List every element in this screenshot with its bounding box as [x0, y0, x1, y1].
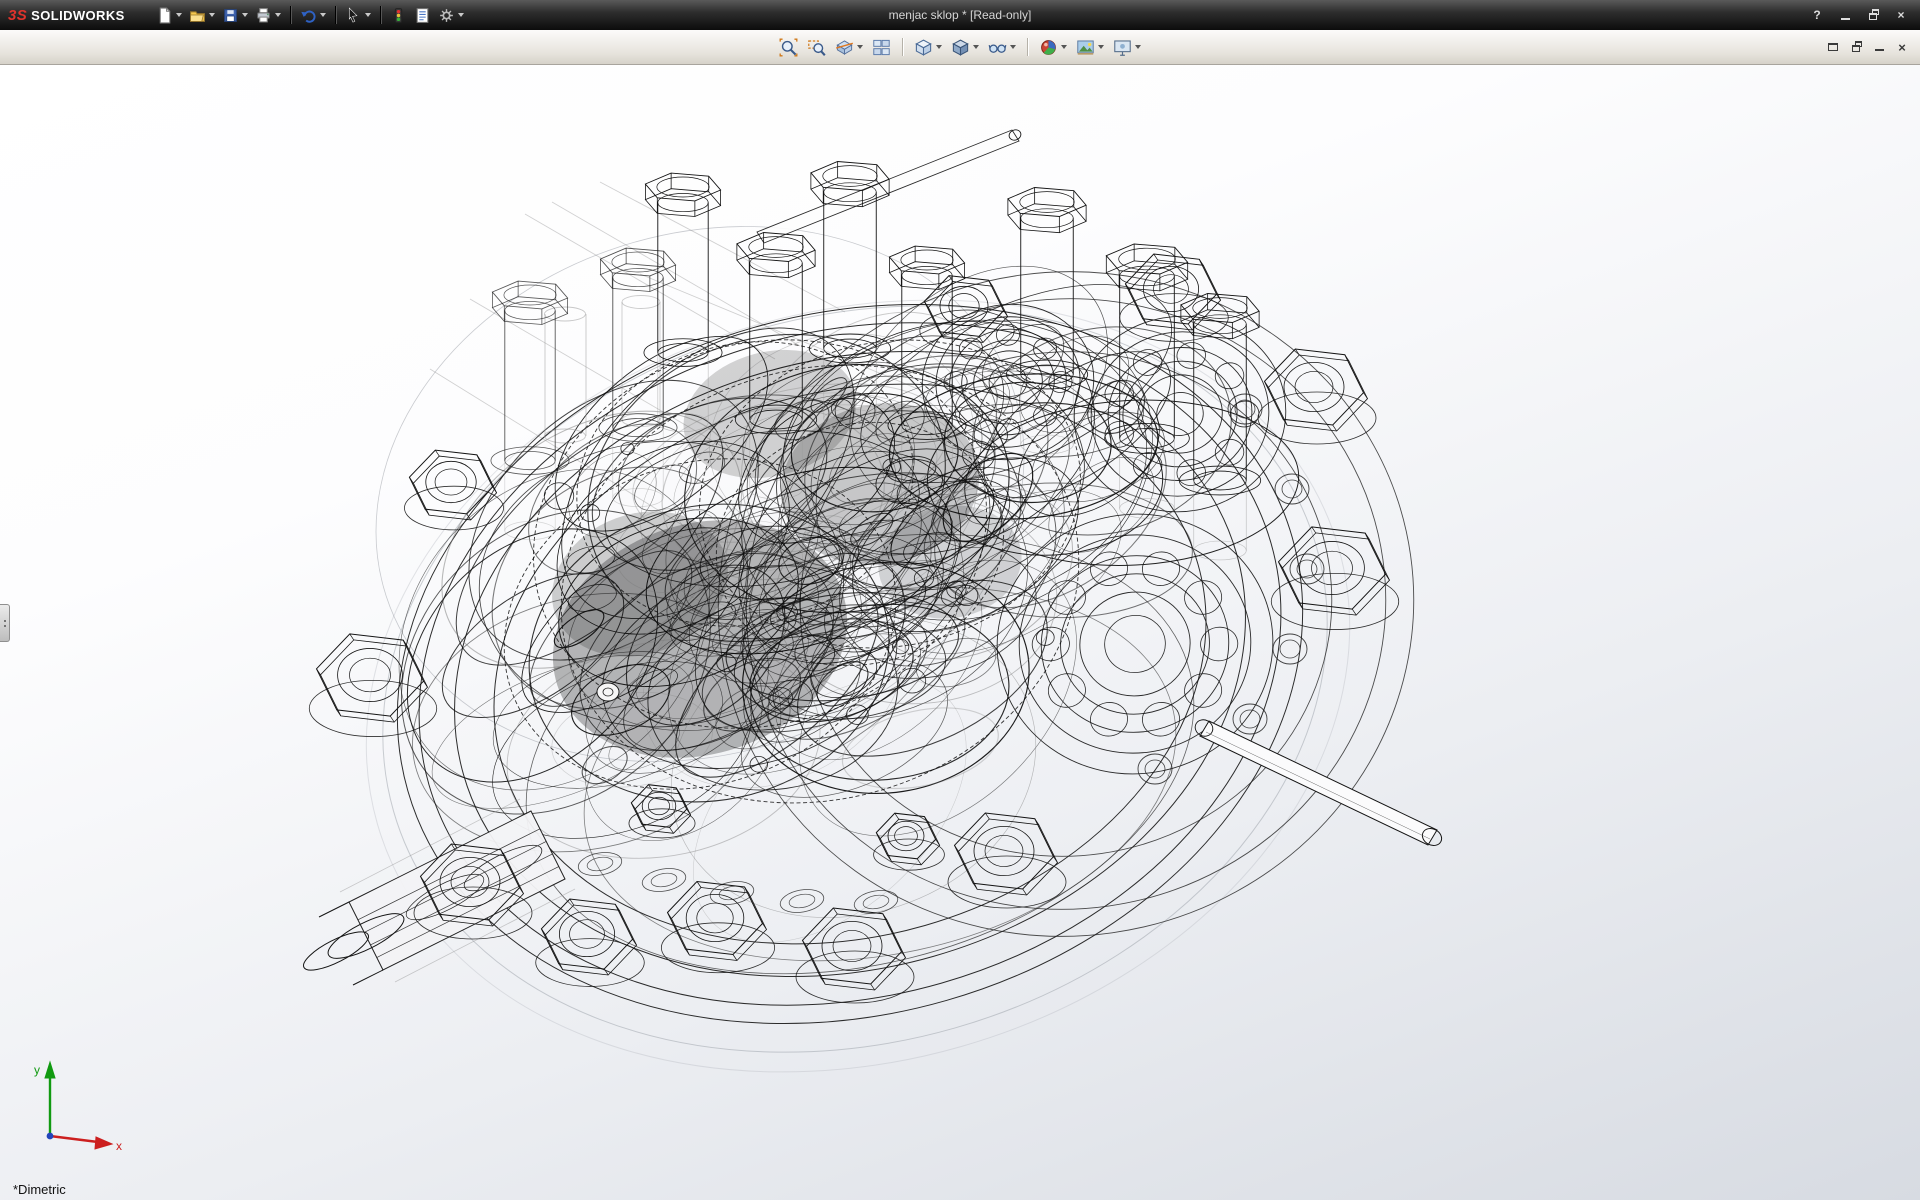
hideshow-icon: [988, 38, 1007, 57]
zoomfit-icon: [779, 38, 798, 57]
options-icon: [438, 7, 455, 24]
select-button[interactable]: [342, 5, 374, 26]
edit-appearance-button[interactable]: [1036, 36, 1070, 59]
brand-text: SOLIDWORKS: [31, 8, 125, 23]
save-icon: [222, 7, 239, 24]
view-orientation-label: *Dimetric: [13, 1182, 66, 1197]
window-controls: ?×: [1804, 5, 1920, 25]
dropdown-caret-icon[interactable]: [1098, 45, 1104, 49]
toolbar-separator: [335, 6, 336, 24]
dropdown-caret-icon[interactable]: [1061, 45, 1067, 49]
dropdown-caret-icon[interactable]: [458, 13, 464, 17]
heads-up-view-toolbar: [776, 36, 1144, 59]
featuremanager-collapsed-tab[interactable]: [0, 604, 10, 642]
new-icon: [156, 7, 173, 24]
minimize-button[interactable]: [1832, 5, 1858, 25]
vieworient-icon: [914, 38, 933, 57]
new-document-button[interactable]: [153, 5, 185, 26]
wireframe-model: xy: [0, 64, 1920, 1200]
apply-scene-button[interactable]: [1073, 36, 1107, 59]
options-button[interactable]: [435, 5, 467, 26]
triad-x-label: x: [116, 1139, 122, 1153]
doc-minimize-button[interactable]: [1869, 39, 1889, 55]
heads-up-toolbar-row: ×: [0, 30, 1920, 65]
print-icon: [255, 7, 272, 24]
toolbar-separator: [1027, 38, 1028, 56]
appearance-icon: [1039, 38, 1058, 57]
print-button[interactable]: [252, 5, 284, 26]
graphics-area[interactable]: xy *Dimetric: [0, 64, 1920, 1200]
rebuild-button[interactable]: [387, 5, 410, 26]
dropdown-caret-icon[interactable]: [209, 13, 215, 17]
close-button[interactable]: ×: [1888, 5, 1914, 25]
solidworks-logo: 3S SOLIDWORKS: [0, 7, 137, 24]
zoomarea-icon: [807, 38, 826, 57]
view-settings-button[interactable]: [1110, 36, 1144, 59]
dropdown-caret-icon[interactable]: [857, 45, 863, 49]
display-style-button[interactable]: [948, 36, 982, 59]
section-icon: [835, 38, 854, 57]
dropdown-caret-icon[interactable]: [242, 13, 248, 17]
dropdown-caret-icon[interactable]: [936, 45, 942, 49]
rebuild-icon: [390, 7, 407, 24]
help-button[interactable]: ?: [1804, 5, 1830, 25]
select-icon: [345, 7, 362, 24]
doc-close-button[interactable]: ×: [1892, 39, 1912, 55]
viewselector-icon: [872, 38, 891, 57]
open-icon: [189, 7, 206, 24]
triad-z-origin: [47, 1133, 54, 1140]
zoom-to-fit-button[interactable]: [776, 36, 801, 59]
dropdown-caret-icon[interactable]: [1135, 45, 1141, 49]
title-bar: 3S SOLIDWORKS menjac sklop * [Read-only]…: [0, 0, 1920, 30]
doc-maximize-button[interactable]: [1823, 39, 1843, 55]
displaystyle-icon: [951, 38, 970, 57]
zoom-to-area-button[interactable]: [804, 36, 829, 59]
dropdown-caret-icon[interactable]: [365, 13, 371, 17]
dropdown-caret-icon[interactable]: [176, 13, 182, 17]
toolbar-separator: [902, 38, 903, 56]
dropdown-caret-icon[interactable]: [320, 13, 326, 17]
triad-y-label: y: [34, 1063, 40, 1077]
restore-button[interactable]: [1860, 5, 1886, 25]
toolbar-separator: [380, 6, 381, 24]
file-properties-button[interactable]: [411, 5, 434, 26]
dropdown-caret-icon[interactable]: [1010, 45, 1016, 49]
view-selector-button[interactable]: [869, 36, 894, 59]
doc-restore-button[interactable]: [1846, 39, 1866, 55]
dropdown-caret-icon[interactable]: [275, 13, 281, 17]
standard-toolbar: [153, 5, 467, 26]
toolbar-separator: [290, 6, 291, 24]
view-orientation-button[interactable]: [911, 36, 945, 59]
dassault-systemes-logo-icon: 3S: [8, 7, 27, 24]
save-button[interactable]: [219, 5, 251, 26]
scene-icon: [1076, 38, 1095, 57]
document-window-controls: ×: [1823, 39, 1920, 55]
open-document-button[interactable]: [186, 5, 218, 26]
viewsettings-icon: [1113, 38, 1132, 57]
undo-icon: [300, 7, 317, 24]
section-view-button[interactable]: [832, 36, 866, 59]
dropdown-caret-icon[interactable]: [973, 45, 979, 49]
undo-button[interactable]: [297, 5, 329, 26]
props-icon: [414, 7, 431, 24]
hide-show-items-button[interactable]: [985, 36, 1019, 59]
